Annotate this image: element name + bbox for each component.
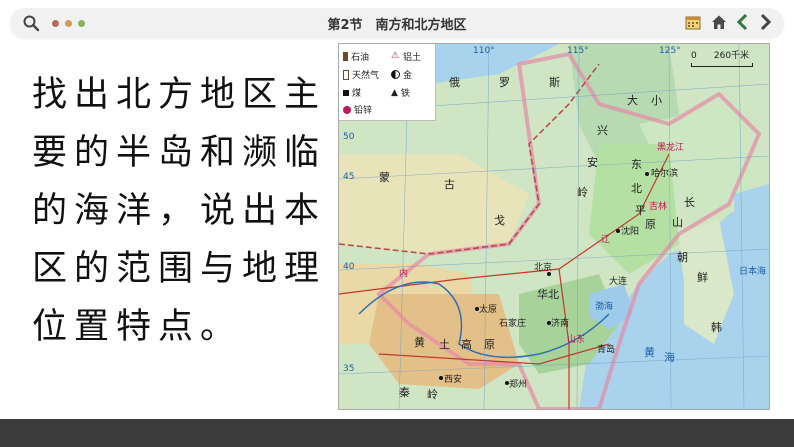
label-xian-country: 鲜: [697, 271, 708, 284]
lon-label: 115°: [567, 46, 589, 56]
label-ling-2: 岭: [427, 388, 438, 401]
label-zhengzhou: 郑州: [509, 380, 528, 390]
page-title: 第2节 南方和北方地区: [327, 18, 467, 33]
bottom-bar: [0, 419, 794, 447]
label-changbai: 长: [684, 196, 695, 209]
label-gao: 高: [461, 338, 472, 351]
label-chaoxian: 朝: [677, 251, 688, 264]
question-prompt: 找出北方地区主要的半岛和濒临的海洋，说出本区的范围与地理位置特点。: [32, 75, 327, 347]
label-qingdao: 青岛: [597, 345, 616, 355]
label-yuan-2: 原: [484, 338, 495, 351]
legend-oil: 石油: [343, 50, 369, 63]
lon-label: 110°: [473, 46, 495, 56]
north-region-map: 石油 ⚠ 铝土 天然气 金 煤 ▲ 铁 铅锌 0 260千米 50 45 40 35…: [338, 43, 770, 410]
label-gobi: 戈: [494, 214, 505, 227]
label-jilin: 吉林: [649, 202, 668, 212]
label-jinan: 济南: [551, 319, 570, 329]
home-icon[interactable]: [710, 13, 728, 31]
label-russia-2: 罗: [499, 76, 510, 89]
lat-label: 45: [343, 172, 355, 182]
label-heilongjiang: 黑龙江: [657, 143, 685, 153]
label-xing: 兴: [597, 124, 608, 137]
chevron-left-icon[interactable]: [736, 13, 750, 31]
city-dot: [439, 376, 443, 380]
city-dot: [645, 172, 649, 176]
label-mongolia-2: 古: [444, 178, 455, 191]
map-legend: 石油 ⚠ 铝土 天然气 金 煤 ▲ 铁 铅锌: [339, 44, 436, 121]
city-dot: [505, 381, 509, 385]
label-russia-3: 斯: [549, 76, 560, 89]
calendar-icon[interactable]: [684, 13, 702, 31]
city-dot: [475, 307, 479, 311]
lat-label: 50: [343, 132, 355, 142]
map-scale: 0 260千米: [691, 48, 753, 67]
label-tu: 土: [439, 338, 450, 351]
label-bohai: 渤海: [595, 302, 614, 312]
label-da: 大: [627, 94, 638, 107]
label-japan-sea: 日本海: [739, 267, 767, 277]
city-dot: [616, 229, 620, 233]
label-xian: 西安: [444, 375, 463, 385]
label-huang: 黄: [414, 336, 425, 349]
label-yuan: 原: [645, 218, 656, 231]
legend-coal: 煤: [343, 86, 361, 99]
label-mongolia: 蒙: [379, 171, 390, 184]
legend-bauxite: ⚠ 铝土: [391, 51, 422, 64]
label-harbin: 哈尔滨: [651, 169, 679, 179]
legend-gold: 金: [391, 68, 412, 81]
top-toolbar: 第2节 南方和北方地区: [10, 8, 784, 38]
legend-gas: 天然气: [343, 68, 379, 81]
label-qin: 秦: [399, 386, 410, 399]
label-bei: 北: [631, 182, 642, 195]
chevron-right-icon[interactable]: [758, 13, 772, 31]
legend-iron: ▲ 铁: [391, 87, 410, 100]
city-dot: [547, 272, 551, 276]
label-liao: 辽: [601, 235, 611, 245]
lon-label: 125°: [659, 46, 681, 56]
label-xiao: 小: [651, 94, 662, 107]
label-dalian: 大连: [609, 277, 628, 287]
lat-label: 40: [343, 262, 355, 272]
label-shenyang: 沈阳: [621, 227, 640, 237]
legend-lead-zinc: 铅锌: [343, 103, 372, 116]
label-shandong: 山东: [567, 335, 586, 345]
label-huabei: 华北: [537, 288, 559, 301]
label-huanghai: 黄: [644, 346, 655, 359]
lat-label: 35: [343, 364, 355, 374]
label-han: 韩: [711, 321, 722, 334]
label-shijiazhuang: 石家庄: [499, 319, 527, 329]
label-hai: 海: [664, 351, 675, 364]
label-dong: 东: [631, 158, 642, 171]
label-russia: 俄: [449, 76, 460, 89]
label-neimeng: 内: [399, 269, 409, 279]
label-ling: 岭: [577, 186, 588, 199]
label-taiyuan: 太原: [479, 305, 498, 315]
label-shan: 山: [672, 216, 683, 229]
city-dot: [547, 321, 551, 325]
label-an: 安: [587, 156, 598, 169]
